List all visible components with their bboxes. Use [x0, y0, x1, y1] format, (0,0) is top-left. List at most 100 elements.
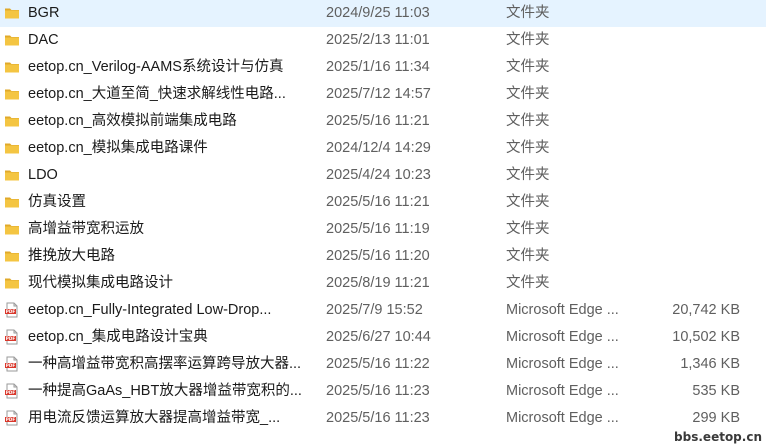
file-name: 一种提高GaAs_HBT放大器增益带宽积的... — [28, 383, 302, 399]
file-row[interactable]: LDO 2025/4/24 10:23 文件夹 — [0, 162, 766, 189]
file-row[interactable]: eetop.cn_Verilog-AAMS系统设计与仿真 2025/1/16 11… — [0, 54, 766, 81]
file-name: BGR — [28, 5, 60, 21]
file-row[interactable]: PDF 一种高增益带宽积高摆率运算跨导放大器... 2025/5/16 11:22 M… — [0, 351, 766, 378]
file-date: 2025/5/16 11:19 — [326, 221, 430, 237]
file-type: 文件夹 — [506, 194, 550, 210]
folder-icon — [4, 194, 20, 210]
file-size — [640, 216, 740, 243]
file-size — [640, 108, 740, 135]
file-type: 文件夹 — [506, 140, 550, 156]
file-name: eetop.cn_Fully-Integrated Low-Drop... — [28, 302, 272, 318]
file-date: 2025/5/16 11:22 — [326, 356, 430, 372]
file-size — [640, 81, 740, 108]
file-date: 2025/5/16 11:21 — [326, 113, 430, 129]
file-row[interactable]: eetop.cn_大道至简_快速求解线性电路... 2025/7/12 14:57… — [0, 81, 766, 108]
file-size: 299 KB — [692, 410, 740, 426]
file-date: 2024/9/25 11:03 — [326, 5, 430, 21]
file-date: 2025/4/24 10:23 — [326, 167, 431, 183]
svg-text:PDF: PDF — [6, 336, 16, 341]
file-name: 现代模拟集成电路设计 — [28, 275, 173, 291]
file-size — [640, 0, 740, 27]
folder-icon — [4, 140, 20, 156]
pdf-icon: PDF — [4, 356, 20, 372]
file-size: 10,502 KB — [672, 329, 740, 345]
file-name: 用电流反馈运算放大器提高增益带宽_... — [28, 410, 281, 426]
file-row[interactable]: 仿真设置 2025/5/16 11:21 文件夹 — [0, 189, 766, 216]
file-type: 文件夹 — [506, 5, 550, 21]
file-name: 一种高增益带宽积高摆率运算跨导放大器... — [28, 356, 302, 372]
file-name: eetop.cn_模拟集成电路课件 — [28, 140, 208, 156]
pdf-icon: PDF — [4, 329, 20, 345]
file-type: Microsoft Edge ... — [506, 302, 619, 318]
file-name: eetop.cn_大道至简_快速求解线性电路... — [28, 86, 286, 102]
file-type: 文件夹 — [506, 59, 550, 75]
folder-icon — [4, 275, 20, 291]
file-size — [640, 162, 740, 189]
file-date: 2025/8/19 11:21 — [326, 275, 430, 291]
watermark-text: bbs.eetop.cn — [674, 430, 762, 444]
folder-icon — [4, 248, 20, 264]
file-row[interactable]: eetop.cn_模拟集成电路课件 2024/12/4 14:29 文件夹 — [0, 135, 766, 162]
svg-text:PDF: PDF — [6, 417, 16, 422]
file-type: 文件夹 — [506, 32, 550, 48]
folder-icon — [4, 59, 20, 75]
file-type: 文件夹 — [506, 86, 550, 102]
file-row[interactable]: PDF 一种提高GaAs_HBT放大器增益带宽积的... 2025/5/16 11:… — [0, 378, 766, 405]
file-size — [640, 27, 740, 54]
folder-icon — [4, 113, 20, 129]
file-date: 2025/1/16 11:34 — [326, 59, 430, 75]
file-type: Microsoft Edge ... — [506, 329, 619, 345]
file-name: DAC — [28, 32, 59, 48]
file-row[interactable]: 推挽放大电路 2025/5/16 11:20 文件夹 — [0, 243, 766, 270]
file-size: 1,346 KB — [680, 356, 740, 372]
pdf-icon: PDF — [4, 410, 20, 426]
file-date: 2025/6/27 10:44 — [326, 329, 431, 345]
pdf-icon: PDF — [4, 383, 20, 399]
svg-text:PDF: PDF — [6, 309, 16, 314]
file-row[interactable]: 高增益带宽积运放 2025/5/16 11:19 文件夹 — [0, 216, 766, 243]
file-row[interactable]: eetop.cn_高效模拟前端集成电路 2025/5/16 11:21 文件夹 — [0, 108, 766, 135]
file-name: eetop.cn_高效模拟前端集成电路 — [28, 113, 237, 129]
file-type: 文件夹 — [506, 275, 550, 291]
file-name: eetop.cn_集成电路设计宝典 — [28, 329, 208, 345]
file-size: 535 KB — [692, 383, 740, 399]
file-date: 2025/5/16 11:23 — [326, 383, 430, 399]
file-name: eetop.cn_Verilog-AAMS系统设计与仿真 — [28, 59, 284, 75]
file-date: 2025/2/13 11:01 — [326, 32, 430, 48]
file-size — [640, 270, 740, 297]
file-row[interactable]: PDF 用电流反馈运算放大器提高增益带宽_... 2025/5/16 11:23 Mi… — [0, 405, 766, 432]
file-row[interactable]: DAC 2025/2/13 11:01 文件夹 — [0, 27, 766, 54]
file-size — [640, 135, 740, 162]
folder-icon — [4, 5, 20, 21]
file-date: 2025/5/16 11:20 — [326, 248, 430, 264]
folder-icon — [4, 167, 20, 183]
file-size: 20,742 KB — [672, 302, 740, 318]
file-date: 2025/7/9 15:52 — [326, 302, 423, 318]
file-list: BGR 2024/9/25 11:03 文件夹 DAC 2025/2/13 11:01 文… — [0, 0, 766, 447]
file-date: 2025/7/12 14:57 — [326, 86, 431, 102]
file-row[interactable]: 现代模拟集成电路设计 2025/8/19 11:21 文件夹 — [0, 270, 766, 297]
file-type: Microsoft Edge ... — [506, 383, 619, 399]
file-date: 2025/5/16 11:21 — [326, 194, 430, 210]
file-row[interactable]: PDF eetop.cn_Fully-Integrated Low-Drop...… — [0, 297, 766, 324]
file-name: 仿真设置 — [28, 194, 86, 210]
file-size — [640, 54, 740, 81]
file-row[interactable]: BGR 2024/9/25 11:03 文件夹 — [0, 0, 766, 27]
file-type: 文件夹 — [506, 221, 550, 237]
file-size — [640, 189, 740, 216]
file-name: LDO — [28, 167, 58, 183]
file-type: 文件夹 — [506, 113, 550, 129]
file-type: 文件夹 — [506, 248, 550, 264]
pdf-icon: PDF — [4, 302, 20, 318]
file-type: 文件夹 — [506, 167, 550, 183]
file-date: 2025/5/16 11:23 — [326, 410, 430, 426]
file-size — [640, 243, 740, 270]
folder-icon — [4, 32, 20, 48]
svg-text:PDF: PDF — [6, 363, 16, 368]
file-type: Microsoft Edge ... — [506, 410, 619, 426]
file-type: Microsoft Edge ... — [506, 356, 619, 372]
file-row[interactable]: PDF eetop.cn_集成电路设计宝典 2025/6/27 10:44 Micro… — [0, 324, 766, 351]
file-date: 2024/12/4 14:29 — [326, 140, 431, 156]
folder-icon — [4, 86, 20, 102]
file-name: 推挽放大电路 — [28, 248, 115, 264]
